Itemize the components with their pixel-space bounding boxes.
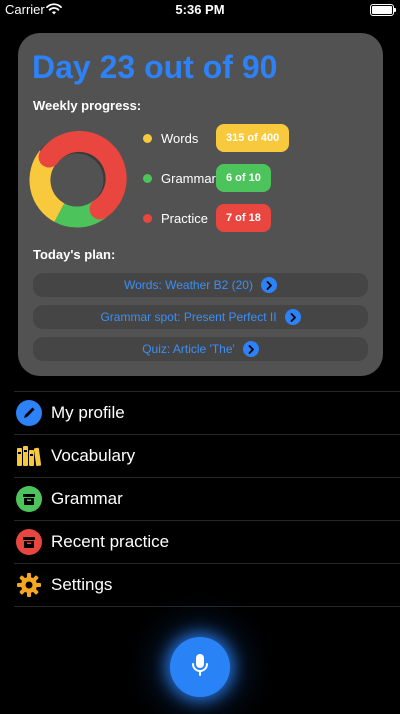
menu-item-my-profile[interactable]: My profile <box>14 391 400 434</box>
todays-plan-label: Today's plan: <box>33 247 116 262</box>
plan-item-words[interactable]: Words: Weather B2 (20) <box>33 273 368 297</box>
menu-item-recent-practice[interactable]: Recent practice <box>14 520 400 563</box>
menu-item-label: Recent practice <box>51 532 170 551</box>
chevron-right-icon <box>242 341 259 357</box>
status-time: 5:36 PM <box>175 2 225 17</box>
legend-label: Words <box>161 130 199 146</box>
menu-item-settings[interactable]: Settings <box>14 563 400 607</box>
microphone-icon <box>191 653 209 682</box>
progress-card: Day 23 out of 90 Weekly progress: Words … <box>18 33 383 376</box>
menu-item-label: Vocabulary <box>51 446 136 465</box>
menu-item-vocabulary[interactable]: Vocabulary <box>14 434 400 477</box>
weekly-progress-donut <box>29 130 127 228</box>
main-menu: My profile Vocabulary Grammar Recent pra… <box>14 391 400 607</box>
gear-icon <box>16 572 42 598</box>
legend-label: Grammar <box>161 170 216 186</box>
plan-item-quiz[interactable]: Quiz: Article 'The' <box>33 337 368 361</box>
day-progress-title: Day 23 out of 90 <box>32 49 278 85</box>
plan-item-grammar[interactable]: Grammar spot: Present Perfect II <box>33 305 368 329</box>
chevron-right-icon <box>260 277 277 293</box>
chevron-right-icon <box>284 309 301 325</box>
battery-icon <box>370 4 396 16</box>
legend-dot <box>143 173 152 183</box>
legend-practice: Practice 7 of 18 <box>143 203 271 233</box>
legend-dot <box>143 133 152 143</box>
weekly-progress-label: Weekly progress: <box>33 98 142 113</box>
plan-item-label: Quiz: Article 'The' <box>142 342 235 356</box>
books-icon <box>16 443 42 469</box>
menu-item-grammar[interactable]: Grammar <box>14 477 400 520</box>
legend-label: Practice <box>161 210 208 226</box>
practice-count-badge: 7 of 18 <box>216 204 271 232</box>
plan-item-label: Grammar spot: Present Perfect II <box>100 310 277 324</box>
legend-dot <box>143 213 152 223</box>
pencil-icon <box>16 400 42 426</box>
donut-segment-practice <box>38 130 127 220</box>
archive-box-icon <box>16 486 42 512</box>
microphone-button[interactable] <box>170 637 230 697</box>
status-bar: Carrier 5:36 PM <box>0 0 400 20</box>
words-count-badge: 315 of 400 <box>216 124 290 152</box>
archive-box-icon <box>16 529 42 555</box>
grammar-count-badge: 6 of 10 <box>216 164 271 192</box>
menu-item-label: My profile <box>51 403 125 422</box>
legend-words: Words 315 of 400 <box>143 123 290 153</box>
plan-item-label: Words: Weather B2 (20) <box>124 278 253 292</box>
menu-item-label: Settings <box>51 575 113 594</box>
menu-item-label: Grammar <box>51 489 123 508</box>
legend-grammar: Grammar 6 of 10 <box>143 163 271 193</box>
